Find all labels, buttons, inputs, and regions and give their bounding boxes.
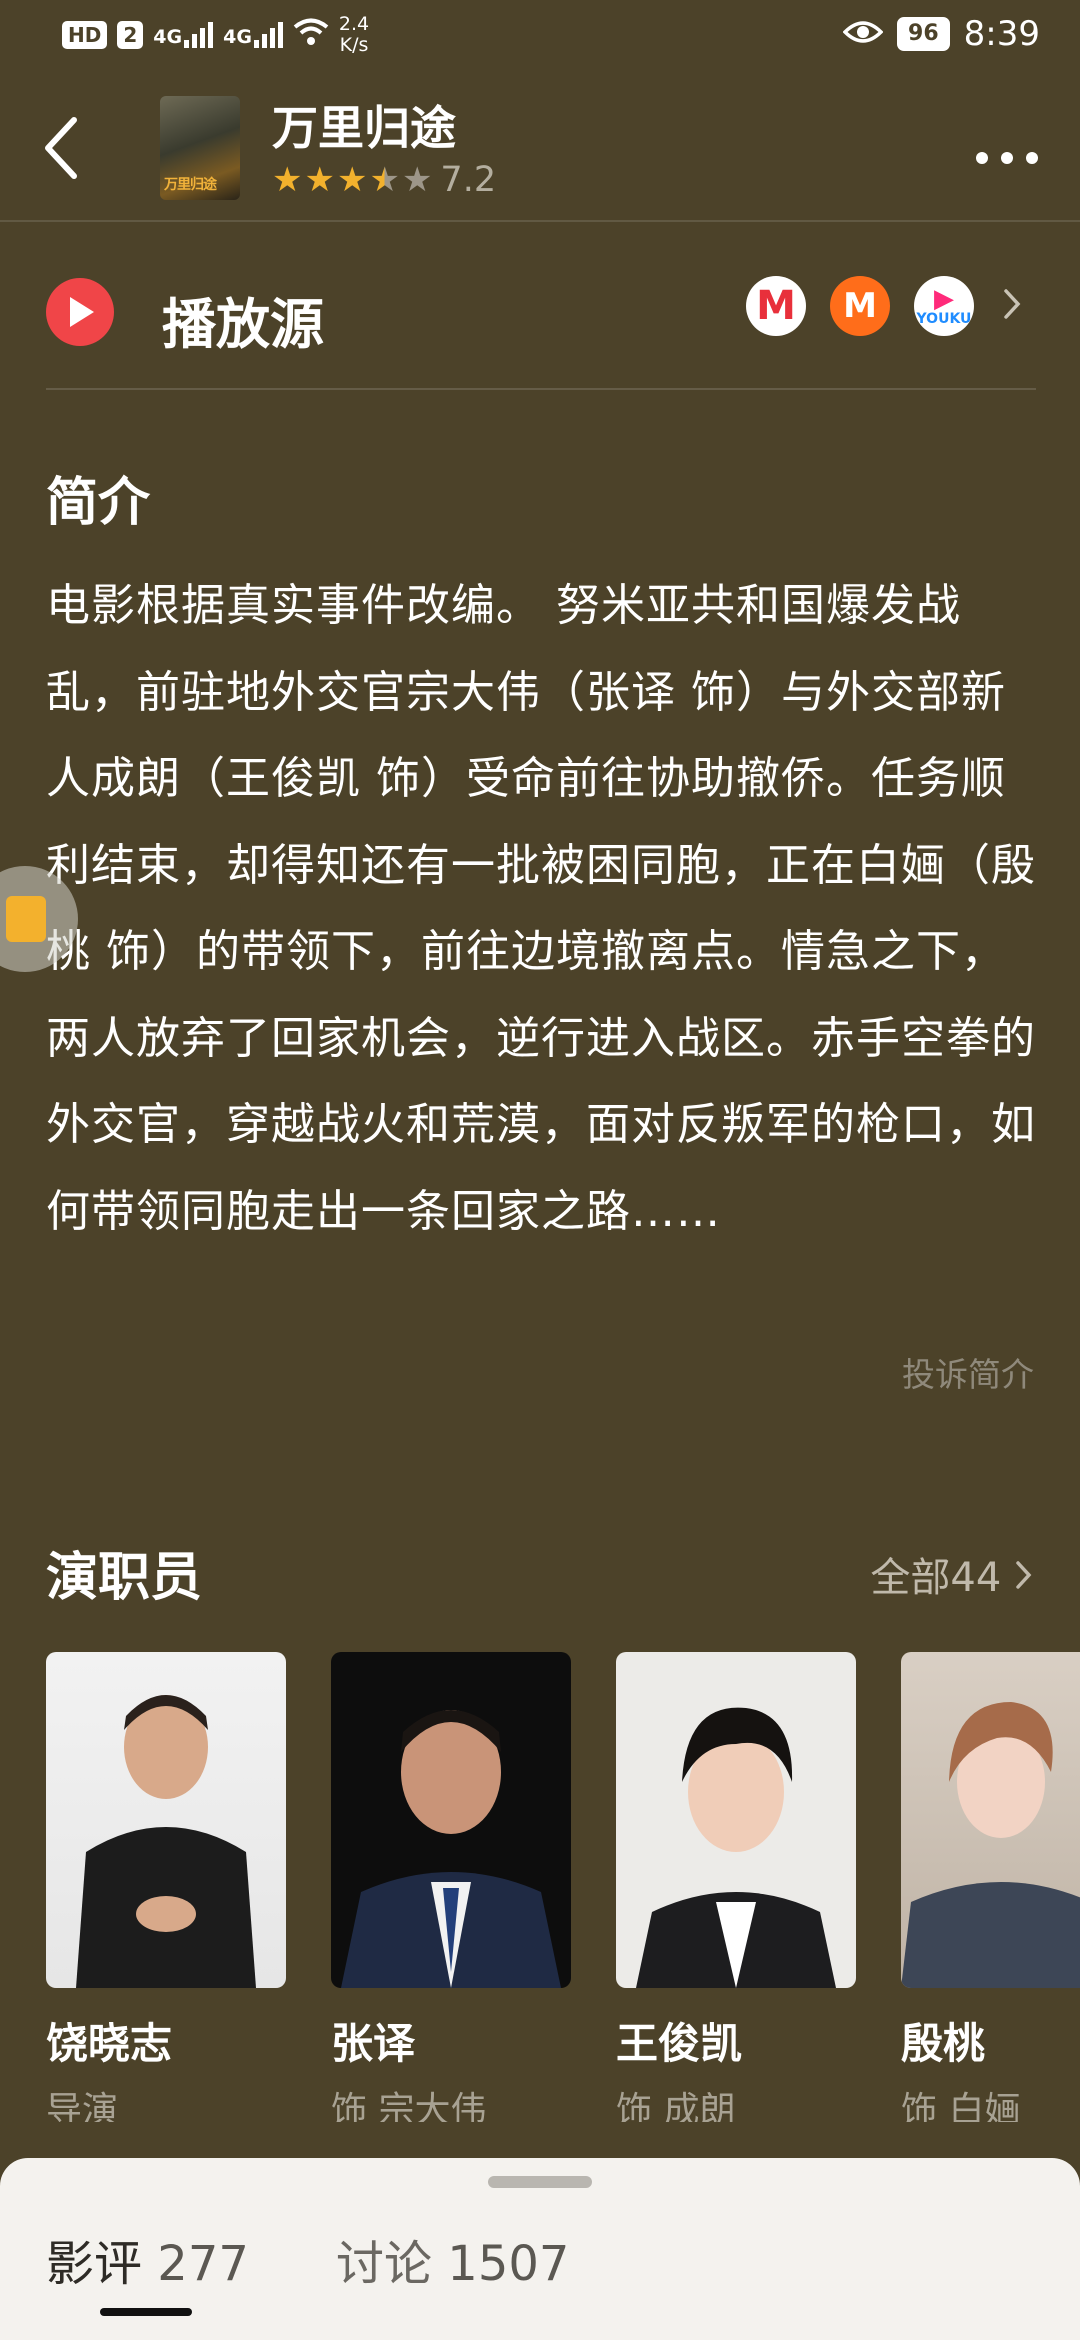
play-source-row[interactable]: 播放源 M M ▶ YOUKU <box>46 252 1036 390</box>
movie-header: 万里归途 万里归途 ★ ★ ★ ★ ★ 7.2 <box>0 78 1080 222</box>
cast-photo <box>46 1652 286 1988</box>
cast-name: 殷桃 <box>901 2019 986 2068</box>
star-icon: ★ <box>304 160 335 200</box>
battery-icon: 96 <box>897 17 950 51</box>
assistant-icon <box>6 896 46 942</box>
net-speed-unit: K/s <box>339 34 369 56</box>
cast-all-label: 全部44 <box>870 1555 1002 1601</box>
youku-play-icon: ▶ <box>933 284 954 314</box>
cast-card[interactable]: 王俊凯 饰 成朗 <box>616 1652 856 2122</box>
chevron-right-icon <box>1016 1561 1032 1589</box>
active-tab-indicator <box>100 2308 192 2316</box>
cast-photo <box>901 1652 1080 1988</box>
cast-role: 导演 <box>46 2090 119 2122</box>
cast-card[interactable]: 张译 饰 宗大伟 <box>331 1652 571 2122</box>
tab-discussion-count: 1507 <box>447 2236 570 2292</box>
tab-reviews-count: 277 <box>157 2236 249 2292</box>
cast-role: 饰 白婳 <box>901 2090 1021 2122</box>
platform-m-icon[interactable]: M <box>746 276 806 336</box>
platform-mango-icon[interactable]: M <box>830 276 890 336</box>
tab-discussion[interactable]: 讨论 1507 <box>336 2224 569 2294</box>
star-icon: ★ <box>272 160 303 200</box>
rating: ★ ★ ★ ★ ★ 7.2 <box>272 160 496 200</box>
youku-text: YOUKU <box>916 311 972 327</box>
tab-reviews[interactable]: 影评 277 <box>46 2224 249 2294</box>
drag-handle[interactable] <box>488 2176 592 2188</box>
movie-poster[interactable]: 万里归途 <box>160 96 240 200</box>
cast-card[interactable]: 饶晓志 导演 <box>46 1652 286 2122</box>
signal-1-icon: 4G <box>153 22 214 48</box>
cast-list[interactable]: 饶晓志 导演 张译 饰 宗大伟 王俊凯 饰 成朗 殷桃 饰 白婳 <box>46 1652 1080 2122</box>
network-type-2: 4G <box>223 26 252 48</box>
status-bar: HD 2 4G 4G 2.4 K/s 96 8:39 <box>0 0 1080 78</box>
chevron-right-icon[interactable] <box>1002 286 1022 330</box>
chevron-left-icon <box>45 117 77 179</box>
wifi-icon <box>293 17 329 53</box>
cast-heading: 演职员 <box>46 1548 203 1608</box>
more-options-button[interactable] <box>974 120 1040 178</box>
net-speed-value: 2.4 <box>338 13 370 35</box>
network-type-1: 4G <box>153 26 183 48</box>
cast-photo <box>331 1652 571 1988</box>
cast-name: 张译 <box>331 2019 416 2068</box>
cast-role: 饰 成朗 <box>616 2090 736 2122</box>
play-icon <box>46 278 114 346</box>
more-icon <box>976 152 1038 164</box>
complain-intro-link[interactable]: 投诉简介 <box>902 1348 1034 1396</box>
star-half-icon: ★ <box>369 160 400 200</box>
star-icon: ★ <box>336 160 368 200</box>
signal-2-icon: 4G <box>223 22 283 48</box>
cast-role: 饰 宗大伟 <box>331 2090 487 2122</box>
movie-title: 万里归途 <box>272 101 456 155</box>
platform-youku-icon[interactable]: ▶ YOUKU <box>914 276 974 336</box>
cast-photo <box>616 1652 856 1988</box>
star-empty-icon: ★ <box>401 160 433 200</box>
hd-badge: HD <box>62 21 108 49</box>
eye-comfort-icon <box>842 14 884 54</box>
cast-name: 王俊凯 <box>616 2019 743 2068</box>
sim-badge: 2 <box>117 21 144 49</box>
tab-reviews-label: 影评 <box>46 2236 143 2292</box>
clock: 8:39 <box>963 14 1040 54</box>
cast-card[interactable]: 殷桃 饰 白婳 <box>901 1652 1080 2122</box>
back-button[interactable] <box>36 108 86 188</box>
bottom-sheet[interactable]: 影评 277 讨论 1507 <box>0 2158 1080 2340</box>
poster-title: 万里归途 <box>164 177 217 193</box>
rating-score: 7.2 <box>440 160 497 200</box>
play-source-label: 播放源 <box>162 293 324 356</box>
net-speed: 2.4 K/s <box>339 14 369 56</box>
intro-heading: 简介 <box>46 473 151 533</box>
intro-text: 电影根据真实事件改编。 努米亚共和国爆发战乱，前驻地外交官宗大伟（张译 饰）与外… <box>46 580 1036 1237</box>
cast-name: 饶晓志 <box>46 2019 173 2068</box>
tab-discussion-label: 讨论 <box>336 2236 433 2292</box>
cast-all-link[interactable]: 全部44 <box>870 1545 1034 1603</box>
